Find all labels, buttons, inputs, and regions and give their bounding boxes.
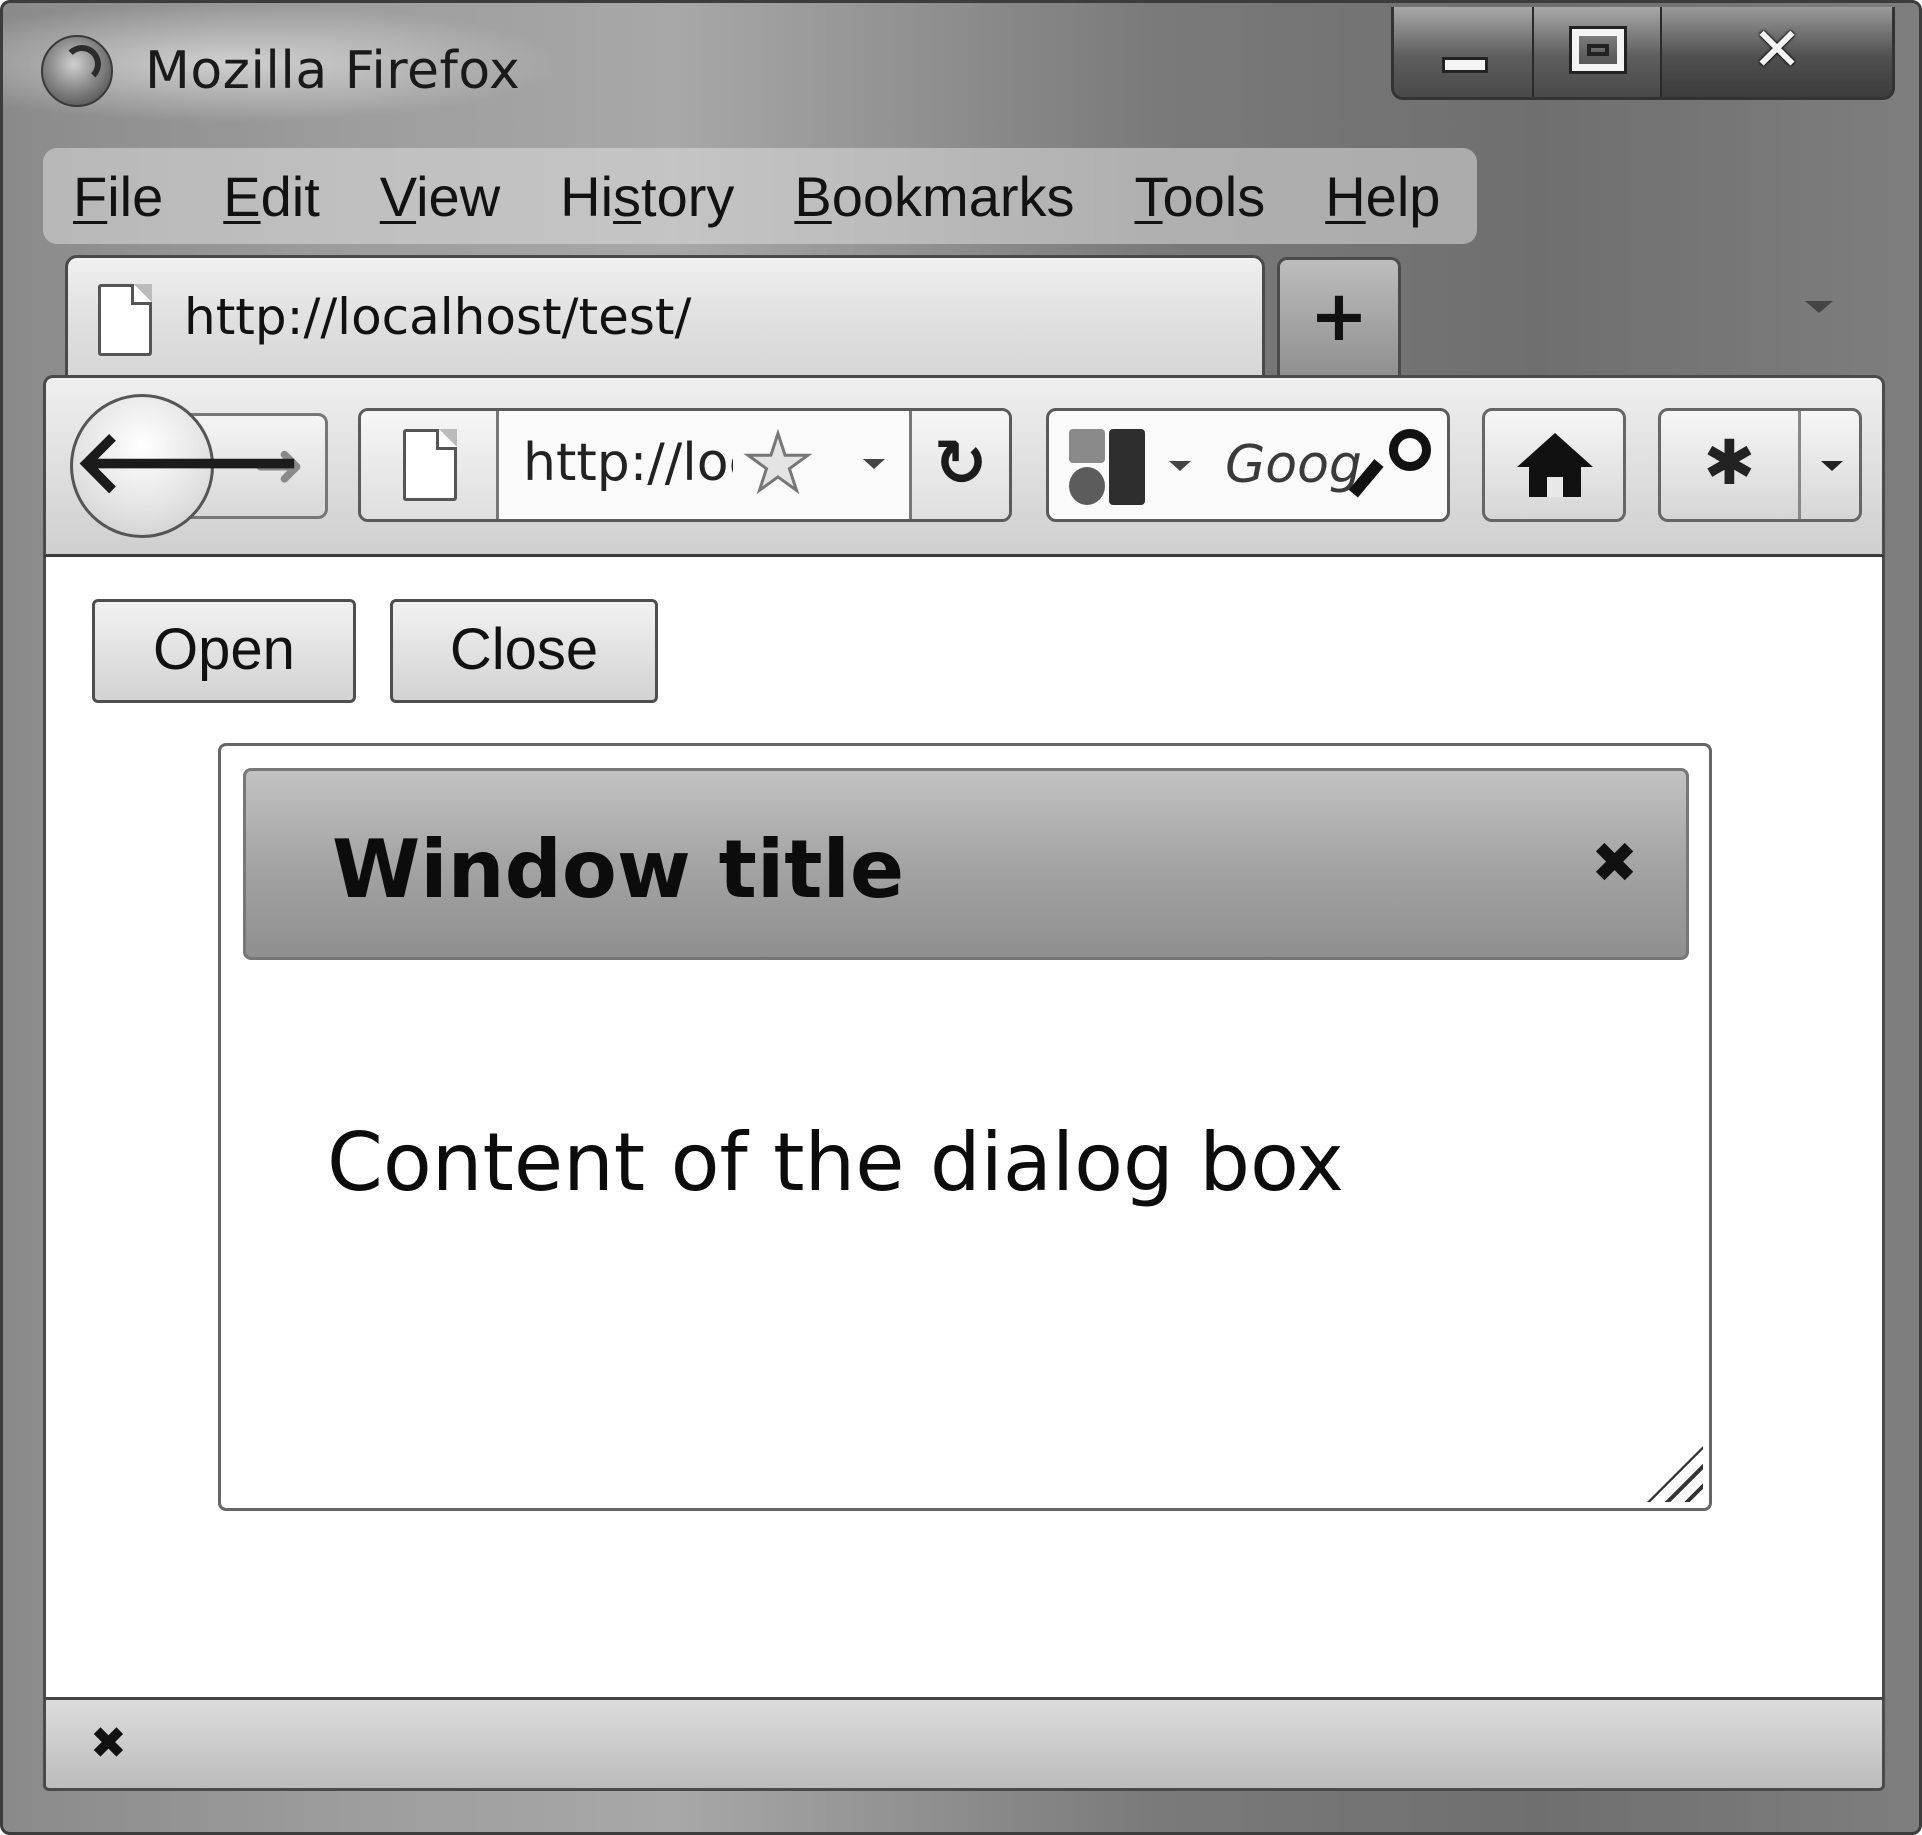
menu-history[interactable]: History (560, 164, 734, 229)
maximize-icon (1569, 26, 1627, 74)
url-bar[interactable]: http://localhost/test/ ★ ↻ (358, 408, 1012, 522)
new-tab-button[interactable]: + (1277, 257, 1401, 379)
page-content: Open Close Window title ✖ Content of the… (43, 557, 1885, 1697)
site-identity-button[interactable] (361, 411, 499, 519)
bug-icon[interactable]: ✱ (1661, 411, 1801, 519)
maximize-button[interactable] (1534, 7, 1662, 97)
menu-bar: File Edit View History Bookmarks Tools H… (43, 148, 1477, 244)
dialog-title: Window title (332, 823, 905, 916)
search-engine-icon[interactable] (1069, 429, 1145, 505)
dialog-content: Content of the dialog box (327, 1116, 1344, 1209)
browser-window-frame: Mozilla Firefox ✕ File Edit View History… (0, 0, 1922, 1835)
status-bar: ✖ (43, 1697, 1885, 1791)
extension-dropdown-icon[interactable] (1821, 461, 1843, 471)
firefox-logo-icon[interactable] (41, 35, 113, 107)
search-engine-dropdown-icon[interactable] (1169, 461, 1191, 471)
bookmark-star-icon[interactable]: ★ (742, 418, 815, 511)
url-input[interactable]: http://localhost/test/ (523, 433, 733, 493)
menu-edit[interactable]: Edit (223, 164, 320, 229)
close-icon: ✕ (1751, 15, 1803, 85)
menu-tools[interactable]: Tools (1134, 164, 1265, 229)
back-button[interactable]: 🡐 (70, 394, 304, 538)
tab-title: http://localhost/test/ (184, 288, 692, 346)
navigation-toolbar: ➜ 🡐 http://localhost/test/ ★ ↻ Google (43, 375, 1885, 557)
menu-bookmarks[interactable]: Bookmarks (794, 164, 1074, 229)
back-arrow-icon: 🡐 (73, 412, 304, 512)
dialog-titlebar[interactable]: Window title ✖ (243, 768, 1689, 960)
search-input[interactable]: Google (1225, 435, 1365, 495)
reload-button[interactable]: ↻ (909, 411, 1009, 519)
minimize-icon (1442, 57, 1488, 73)
reload-icon: ↻ (933, 427, 988, 501)
home-button[interactable] (1482, 408, 1626, 522)
close-button[interactable]: Close (390, 599, 658, 703)
menu-view[interactable]: View (380, 164, 500, 229)
close-window-button[interactable]: ✕ (1662, 7, 1892, 97)
open-button[interactable]: Open (92, 599, 356, 703)
resize-handle-icon[interactable] (1647, 1446, 1703, 1502)
home-icon (1517, 433, 1593, 467)
search-bar[interactable]: Google (1046, 408, 1450, 522)
extension-button[interactable]: ✱ (1658, 408, 1862, 522)
tab-active[interactable]: http://localhost/test/ (65, 255, 1265, 379)
menu-help[interactable]: Help (1325, 164, 1440, 229)
addon-bar-close-icon[interactable]: ✖ (90, 1718, 127, 1769)
window-controls: ✕ (1391, 7, 1895, 100)
page-icon (98, 284, 152, 356)
dialog-box: Window title ✖ Content of the dialog box (218, 743, 1712, 1511)
search-icon[interactable] (1348, 425, 1437, 505)
tab-list-dropdown-icon[interactable] (1805, 301, 1833, 313)
minimize-button[interactable] (1394, 7, 1534, 97)
url-history-dropdown-icon[interactable] (863, 459, 885, 469)
menu-file[interactable]: File (73, 164, 163, 229)
page-icon (403, 429, 457, 501)
dialog-close-icon[interactable]: ✖ (1591, 831, 1638, 896)
window-title: Mozilla Firefox (145, 41, 521, 101)
